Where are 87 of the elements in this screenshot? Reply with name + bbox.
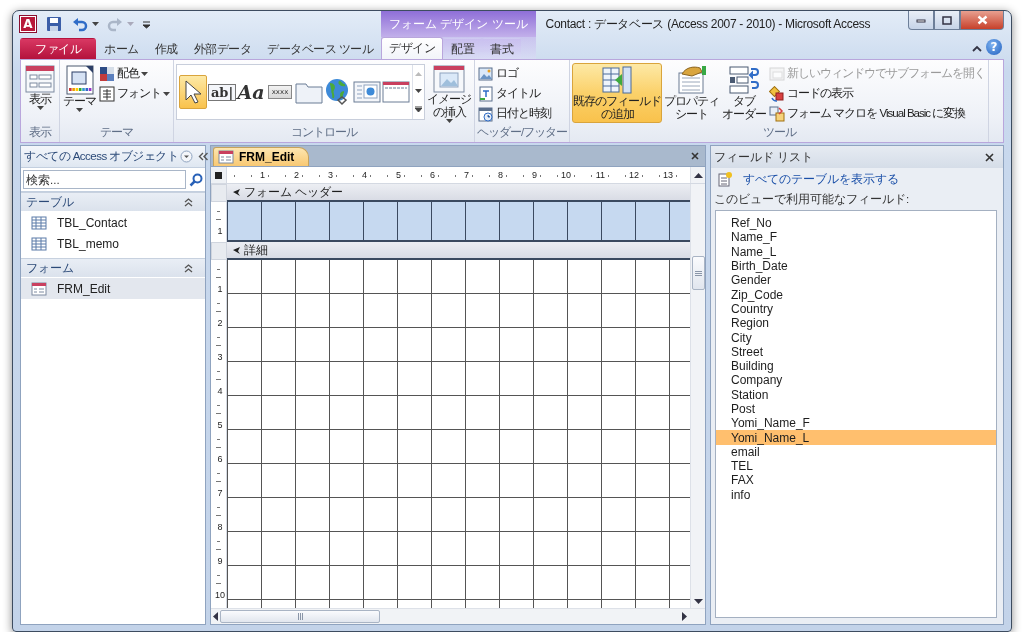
ruler-number: 2 <box>293 170 300 180</box>
ribbon-button[interactable]: ロゴ <box>477 64 552 83</box>
ribbon-tab[interactable]: ホーム <box>96 38 147 59</box>
field-item[interactable]: Street <box>716 344 996 359</box>
ruler-number: 10 <box>560 170 572 180</box>
section-label: フォーム ヘッダー <box>244 183 344 201</box>
pane-title: フィールド リスト <box>714 148 814 166</box>
ruler-number: 1 <box>216 284 224 294</box>
field-item[interactable]: Birth_Date <box>716 258 996 274</box>
field-item[interactable]: Name_L <box>716 244 996 259</box>
field-item[interactable]: Region <box>716 316 996 331</box>
ribbon-button[interactable]: タブ オーダー <box>721 63 768 124</box>
section-label: 詳細 <box>244 241 268 259</box>
ribbon-button[interactable]: テーマ <box>62 63 97 115</box>
ruler-number: 1 <box>216 226 224 236</box>
list-caption: このビューで利用可能なフィールド: <box>713 192 911 208</box>
field-item[interactable]: Company <box>716 373 996 388</box>
ribbon-button[interactable]: タイトル <box>477 84 552 103</box>
ribbon-tab[interactable]: 作成 <box>146 38 186 59</box>
field-item[interactable]: Post <box>716 401 996 417</box>
nav-group-header[interactable]: テーブル <box>21 192 205 211</box>
field-item[interactable]: City <box>716 330 996 345</box>
document-tab[interactable]: FRM_Edit <box>213 147 310 166</box>
field-item[interactable]: FAX <box>716 473 996 488</box>
field-item[interactable]: Name_F <box>716 230 996 245</box>
ribbon-button[interactable]: コードの表示 <box>768 84 987 103</box>
ruler-number: 5 <box>395 170 402 180</box>
ruler-number: 10 <box>214 590 226 600</box>
context-tab-label: フォーム デザイン ツール <box>389 16 528 32</box>
field-item[interactable]: Station <box>716 387 996 402</box>
ruler-number: 3 <box>216 352 224 362</box>
ribbon-tab[interactable]: ファイル <box>20 38 96 59</box>
field-item[interactable]: Zip_Code <box>716 287 996 302</box>
nav-item[interactable]: TBL_Contact <box>21 212 205 233</box>
field-item[interactable]: Ref_No <box>716 216 996 231</box>
ruler-number: 2 <box>216 318 224 328</box>
field-item[interactable]: info <box>716 487 996 502</box>
ribbon-button[interactable]: フォント <box>98 84 171 103</box>
ruler-number: 1 <box>259 170 266 180</box>
ruler-number: 3 <box>327 170 334 180</box>
pane-title: すべての Access オブジェクト <box>24 149 179 164</box>
ribbon-button[interactable]: 日付と時刻 <box>477 104 552 123</box>
field-item[interactable]: TEL <box>716 459 996 474</box>
nav-group-header[interactable]: フォーム <box>21 258 205 277</box>
ribbon-button[interactable]: 配色 <box>98 64 171 83</box>
ribbon-button[interactable]: プロパティ シート <box>663 63 721 124</box>
ruler-number: 7 <box>463 170 470 180</box>
ruler-number: 8 <box>216 522 224 532</box>
window-title: Contact : データベース (Access 2007 - 2010) - Microsoft Access <box>545 15 871 33</box>
field-item[interactable]: Yomi_Name_F <box>716 416 996 431</box>
field-item[interactable]: Gender <box>716 273 996 288</box>
group-label: ツール <box>761 125 798 140</box>
ribbon-tab[interactable]: デザイン <box>381 37 444 59</box>
field-item[interactable]: Yomi_Name_L <box>716 430 996 445</box>
ribbon-button[interactable]: 既存のフィールド の追加 <box>572 63 663 124</box>
ribbon-button[interactable]: フォーム マクロを Visual Basic に変換 <box>768 104 987 123</box>
nav-item[interactable]: TBL_memo <box>21 233 205 254</box>
ruler-number: 9 <box>216 556 224 566</box>
app-logo: A <box>20 16 36 32</box>
ruler-number: 7 <box>216 488 224 498</box>
ribbon-button[interactable]: イメージ の挿入 <box>426 63 472 126</box>
ruler-number: 9 <box>531 170 538 180</box>
search-field[interactable]: 検索... <box>23 170 186 189</box>
nav-item[interactable]: FRM_Edit <box>21 278 205 299</box>
ruler-number: 12 <box>628 170 640 180</box>
show-all-tables-link[interactable]: すべてのテーブルを表示する <box>711 168 1003 190</box>
group-label: ヘッダー/フッター <box>476 125 569 140</box>
ruler-number: 8 <box>497 170 504 180</box>
field-item[interactable]: Country <box>716 301 996 317</box>
group-label: テーマ <box>99 125 134 140</box>
ruler-number: 5 <box>216 420 224 430</box>
ribbon-tab[interactable]: データベース ツール <box>259 38 382 59</box>
field-item[interactable]: email <box>716 444 996 460</box>
ribbon-tab[interactable]: 書式 <box>482 38 522 59</box>
field-item[interactable]: Building <box>716 358 996 374</box>
ribbon-tab[interactable]: 外部データ <box>185 38 259 59</box>
ruler-number: 4 <box>361 170 368 180</box>
ribbon-tab[interactable]: 配置 <box>443 38 483 59</box>
ruler-number: 4 <box>216 386 224 396</box>
ribbon-button[interactable]: 表示 <box>23 63 57 113</box>
group-label: 表示 <box>28 125 53 140</box>
ruler-number: 13 <box>662 170 674 180</box>
ruler-number: 6 <box>429 170 436 180</box>
ruler-number: 11 <box>594 170 606 180</box>
group-label: コントロール <box>290 125 359 141</box>
label-tool[interactable]: Aa <box>237 75 265 109</box>
ruler-number: 6 <box>216 454 224 464</box>
